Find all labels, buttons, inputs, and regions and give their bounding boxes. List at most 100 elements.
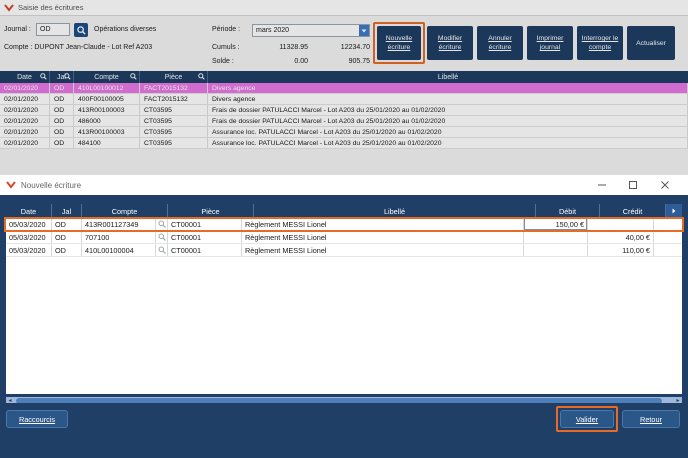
compte-label: Compte : DUPONT Jean-Claude - Lot Ref A2… — [4, 44, 153, 51]
header-form: Journal : OD Opérations diverses Période… — [0, 20, 688, 68]
journal-input[interactable]: OD — [36, 23, 70, 36]
table-cell: CT00001 — [168, 231, 242, 243]
table-row[interactable]: 02/01/2020 OD 486000 CT03595 Frais de do… — [0, 116, 688, 127]
chevron-right-icon — [672, 208, 676, 214]
table-cell: 410L00100004 — [82, 244, 156, 256]
raccourcis-button[interactable]: Raccourcis — [6, 410, 68, 428]
column-header-piece[interactable]: Pièce — [168, 204, 254, 218]
table-row[interactable]: 05/03/2020 OD 707100 CT00001 Règlement M… — [6, 231, 682, 244]
table-row[interactable]: 02/01/2020 OD 484100 CT03595 Assurance l… — [0, 138, 688, 149]
column-header-jal[interactable]: Jal — [52, 204, 82, 218]
background-grid-header: Date Jal Compte Pièce Libellé — [0, 71, 688, 83]
search-icon[interactable] — [40, 73, 47, 80]
dialog-grid-header: Date Jal Compte Pièce Libellé Débit Créd… — [6, 204, 682, 218]
table-cell: CT03595 — [140, 105, 208, 115]
column-header-piece[interactable]: Pièce — [140, 71, 208, 83]
table-row[interactable]: 02/01/2020 OD 400F00100005 FACT2015132 D… — [0, 94, 688, 105]
table-cell: OD — [50, 94, 74, 104]
column-header-libelle[interactable]: Libellé — [208, 71, 688, 83]
table-cell: 400F00100005 — [74, 94, 140, 104]
table-row[interactable]: 02/01/2020 OD 413R00100003 CT03595 Frais… — [0, 105, 688, 116]
grid-options-button[interactable] — [666, 204, 682, 218]
table-cell — [524, 231, 588, 243]
table-row[interactable]: 02/01/2020 OD 413R00100003 CT03595 Assur… — [0, 127, 688, 138]
table-cell: Divers agence — [208, 94, 688, 104]
column-header-compte[interactable]: Compte — [74, 71, 140, 83]
table-cell: 05/03/2020 — [6, 231, 52, 243]
search-icon[interactable] — [198, 73, 205, 80]
table-cell: 413R00100003 — [74, 127, 140, 137]
journal-label: Journal : — [4, 26, 31, 33]
column-header-label: Compte — [94, 73, 119, 81]
table-cell: CT03595 — [140, 138, 208, 148]
column-header-credit[interactable]: Crédit — [600, 204, 666, 218]
column-header-date[interactable]: Date — [6, 204, 52, 218]
table-cell: 484100 — [74, 138, 140, 148]
lookup-icon[interactable] — [156, 231, 168, 243]
app-logo-icon — [4, 3, 14, 13]
table-cell: 110,00 € — [588, 244, 654, 256]
table-cell: 02/01/2020 — [0, 116, 50, 126]
table-cell: 02/01/2020 — [0, 105, 50, 115]
table-cell: OD — [50, 105, 74, 115]
background-window-title: Saisie des écritures — [18, 3, 84, 12]
table-cell: OD — [50, 138, 74, 148]
nouvelle-ecriture-highlight — [373, 22, 425, 64]
column-header-label: Date — [17, 73, 32, 81]
minimize-icon[interactable] — [596, 179, 608, 191]
cumuls-label: Cumuls : — [212, 44, 240, 51]
table-row[interactable]: 02/01/2020 OD 410L00100012 FACT2015132 D… — [0, 83, 688, 94]
imprimer-journal-button[interactable]: Imprimer journal — [527, 26, 573, 60]
table-cell: Divers agence — [208, 83, 688, 93]
table-cell: Retour — [640, 414, 662, 424]
dialog-footer: Raccourcis Valider Retour — [0, 403, 688, 458]
first-row-highlight — [4, 217, 684, 232]
column-header-compte[interactable]: Compte — [82, 204, 168, 218]
column-header-debit[interactable]: Débit — [536, 204, 600, 218]
journal-search-button[interactable] — [74, 23, 88, 37]
table-cell: OD — [52, 231, 82, 243]
journal-description: Opérations diverses — [94, 26, 157, 33]
table-cell: OD — [50, 83, 74, 93]
table-cell: 410L00100012 — [74, 83, 140, 93]
maximize-icon[interactable] — [627, 179, 639, 191]
column-header-label: Pièce — [164, 73, 183, 81]
cumuls-credit: 12234.70 — [340, 44, 370, 51]
column-header-libelle[interactable]: Libellé — [254, 204, 536, 218]
table-cell: 486000 — [74, 116, 140, 126]
table-cell: Assurance loc. PATULACCI Marcel - Lot A2… — [208, 138, 688, 148]
search-icon[interactable] — [64, 73, 71, 80]
search-icon[interactable] — [130, 73, 137, 80]
retour-button[interactable]: Retour — [622, 410, 680, 428]
lookup-icon[interactable] — [156, 244, 168, 256]
periode-label: Période : — [212, 26, 241, 33]
table-cell: 02/01/2020 — [0, 127, 50, 137]
periode-select[interactable]: mars 2020 — [252, 24, 370, 37]
search-icon — [76, 25, 86, 35]
modifier-ecriture-button[interactable]: Modifier écriture — [427, 26, 473, 60]
annuler-ecriture-button[interactable]: Annuler écriture — [477, 26, 523, 60]
column-header-jal[interactable]: Jal — [50, 71, 74, 83]
table-cell: 413R00100003 — [74, 105, 140, 115]
table-cell: CT03595 — [140, 127, 208, 137]
column-header-date[interactable]: Date — [0, 71, 50, 83]
table-cell: 05/03/2020 — [6, 244, 52, 256]
table-cell: FACT2015132 — [140, 94, 208, 104]
table-cell — [524, 244, 588, 256]
table-row[interactable]: 05/03/2020 OD 410L00100004 CT00001 Règle… — [6, 244, 682, 257]
table-cell: 02/01/2020 — [0, 83, 50, 93]
table-cell: 707100 — [82, 231, 156, 243]
interroger-compte-button[interactable]: Interroger le compte — [577, 26, 623, 60]
table-cell: Assurance loc. PATULACCI Marcel - Lot A2… — [208, 127, 688, 137]
close-icon[interactable] — [659, 179, 671, 191]
table-cell: Raccourcis — [18, 414, 56, 424]
app-logo-icon — [6, 180, 16, 190]
solde-debit: 0.00 — [294, 58, 308, 65]
table-cell: CT00001 — [168, 244, 242, 256]
table-cell: 40,00 € — [588, 231, 654, 243]
chevron-down-icon[interactable] — [359, 25, 369, 36]
dialog-body: Date Jal Compte Pièce Libellé Débit Créd… — [0, 195, 688, 405]
actualiser-button[interactable]: Actualiser — [627, 26, 675, 60]
solde-credit: 905.75 — [348, 58, 370, 65]
table-cell: OD — [50, 127, 74, 137]
